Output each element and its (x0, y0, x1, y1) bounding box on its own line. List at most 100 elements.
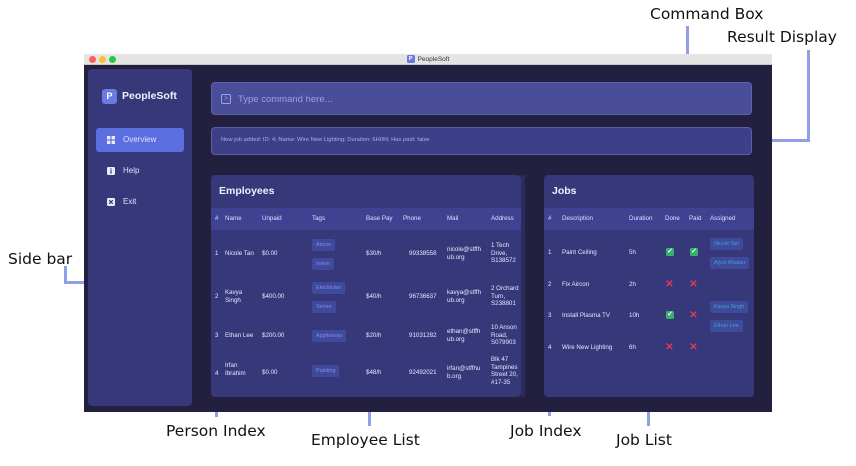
column-header-duration: Duration (629, 215, 653, 222)
title-bar: P PeopleSoft (84, 54, 772, 65)
column-header-done: Done (665, 215, 680, 222)
app-window: P PeopleSoft P PeopleSoft Overview Help E… (84, 54, 772, 412)
employee-mail: ethan@stffh ub.org (447, 328, 481, 343)
job-index: 1 (548, 249, 552, 256)
annotation-command-box: Command Box (650, 5, 764, 23)
done-check-icon: ✓ (666, 311, 674, 319)
sidebar-item-overview[interactable]: Overview (96, 128, 184, 152)
job-index: 4 (548, 344, 552, 351)
done-cross-icon: ✕ (665, 342, 674, 353)
grid-icon (107, 136, 115, 144)
employee-base-pay: $20/h (366, 332, 382, 339)
column-header-description: Description (562, 215, 593, 222)
sidebar-item-exit[interactable]: Exit (96, 190, 184, 214)
employee-address: Blk 47 Tampines Street 20, #17-35 (491, 356, 518, 386)
job-duration: 2h (629, 281, 636, 288)
job-table-header: # Description Duration Done Paid Assigne… (544, 208, 754, 230)
employee-base-pay: $30/h (366, 250, 382, 257)
tag-badge: Intern (312, 258, 334, 270)
job-index: 3 (548, 312, 552, 319)
job-list-panel: Jobs # Description Duration Done Paid As… (544, 175, 754, 397)
employee-unpaid: $400.00 (262, 293, 285, 300)
app-logo-icon: P (406, 55, 415, 64)
table-row[interactable]: 4 Irfan Ibrahim $0.00 Painting $48/h 924… (211, 352, 521, 397)
brand-logo-icon: P (102, 89, 117, 104)
brand-name: PeopleSoft (122, 90, 177, 102)
done-cross-icon: ✕ (665, 279, 674, 290)
job-duration: 10h (629, 312, 640, 319)
close-box-icon (107, 198, 115, 206)
result-message: New job added: ID: 4; Name: Wire New Lig… (221, 137, 430, 143)
annotation-line-result-display-v (807, 50, 810, 142)
employee-base-pay: $40/h (366, 293, 382, 300)
employee-base-pay: $48/h (366, 369, 382, 376)
column-header-index: # (215, 215, 219, 222)
job-description: Install Plasma TV (562, 312, 611, 319)
sidebar-item-help[interactable]: Help (96, 159, 184, 183)
column-header-tags: Tags (312, 215, 326, 222)
tag-badge: Appliances (312, 330, 347, 342)
column-header-phone: Phone (403, 215, 421, 222)
annotation-result-display: Result Display (727, 28, 837, 46)
paid-cross-icon: ✕ (689, 342, 698, 353)
tag-badge: Senior (312, 301, 336, 313)
annotation-job-list: Job List (616, 431, 672, 449)
employee-phone: 92492021 (409, 369, 437, 376)
table-row[interactable]: 4 Wire New Lighting 6h ✕ ✕ (544, 328, 754, 366)
tag-badge: Electrician (312, 282, 345, 294)
tag-badge: Painting (312, 365, 340, 377)
sidebar: P PeopleSoft Overview Help Exit (88, 69, 192, 406)
assigned-employee-tag: Kavya Singh (710, 301, 749, 313)
employee-address: 10 Anson Road, S079903 (491, 324, 517, 346)
window-title: P PeopleSoft (84, 55, 772, 64)
terminal-icon: > (221, 94, 231, 104)
job-description: Wire New Lighting (562, 344, 613, 351)
paid-cross-icon: ✕ (689, 310, 698, 321)
sidebar-item-label: Overview (123, 135, 157, 144)
column-header-assigned: Assigned (710, 215, 736, 222)
annotation-employee-list: Employee List (311, 431, 420, 449)
column-header-index: # (548, 215, 552, 222)
column-header-base-pay: Base Pay (366, 215, 393, 222)
employee-phone: 99338558 (409, 250, 437, 257)
window-title-text: PeopleSoft (417, 56, 450, 63)
person-index: 2 (215, 293, 219, 300)
employee-mail: kavya@stffh ub.org (447, 289, 482, 304)
job-duration: 5h (629, 249, 636, 256)
job-description: Paint Ceiling (562, 249, 597, 256)
employee-mail: nicole@stffh ub.org (447, 246, 482, 261)
annotation-side-bar: Side bar (8, 250, 73, 268)
assigned-employee-tag: Nicole Tan (710, 238, 744, 250)
column-header-mail: Mail (447, 215, 459, 222)
employee-phone: 96736637 (409, 293, 437, 300)
table-row[interactable]: 3 Ethan Lee $200.00 Appliances $20/h 910… (211, 316, 521, 354)
employee-name: Kavya Singh (225, 289, 243, 304)
employee-phone: 91031282 (409, 332, 437, 339)
paid-cross-icon: ✕ (689, 279, 698, 290)
employee-address: 1 Tech Drive, S138572 (491, 242, 516, 264)
paid-check-icon: ✓ (690, 248, 698, 256)
job-duration: 6h (629, 344, 636, 351)
result-display: New job added: ID: 4; Name: Wire New Lig… (211, 127, 752, 155)
person-index: 4 (215, 370, 219, 377)
job-index: 2 (548, 281, 552, 288)
annotation-job-index: Job Index (510, 422, 582, 440)
employee-table-header: # Name Unpaid Tags Base Pay Phone Mail A… (211, 208, 521, 230)
tag-badge: Aircon (312, 239, 336, 251)
table-row[interactable]: 2 Kavya Singh $400.00 Electrician Senior… (211, 277, 521, 315)
column-header-address: Address (491, 215, 514, 222)
employee-name: Nicole Tan (225, 250, 254, 257)
person-index: 1 (215, 250, 219, 257)
employee-mail: irfan@stffhu b.org (447, 365, 481, 380)
employee-list-title: Employees (219, 185, 275, 197)
command-input[interactable] (238, 91, 738, 107)
command-box[interactable]: > (211, 82, 752, 115)
column-header-unpaid: Unpaid (262, 215, 282, 222)
annotation-person-index: Person Index (166, 422, 266, 440)
info-icon (107, 167, 115, 175)
table-row[interactable]: 1 Nicole Tan $0.00 Aircon Intern $30/h 9… (211, 234, 521, 272)
column-header-name: Name (225, 215, 242, 222)
employee-unpaid: $200.00 (262, 332, 285, 339)
job-description: Fix Aircon (562, 281, 590, 288)
employee-list-scrollbar[interactable] (521, 175, 525, 397)
